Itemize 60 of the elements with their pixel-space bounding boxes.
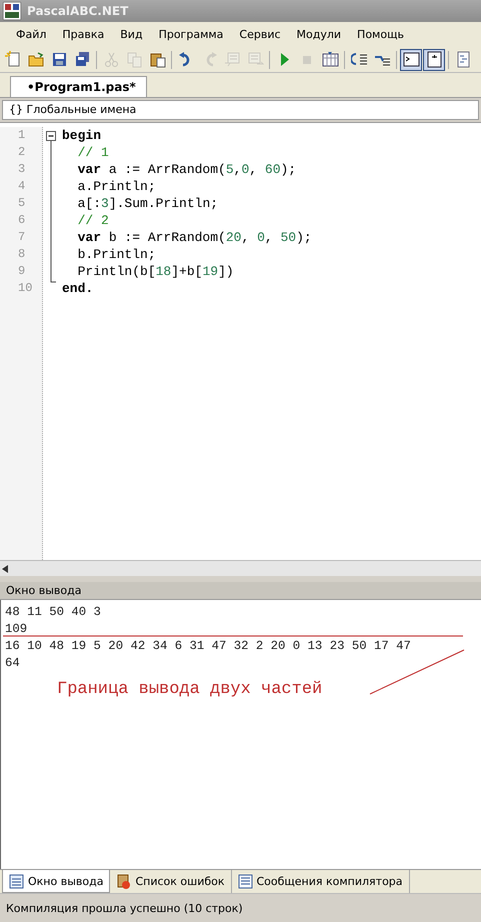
code-line: b.Println; [76, 246, 157, 263]
menu-item[interactable]: Модули [288, 26, 350, 43]
menu-item[interactable]: Вид [112, 26, 151, 43]
line-number: 4 [17, 178, 26, 195]
document-icon [454, 51, 472, 68]
line-number: 7 [17, 229, 26, 246]
clipboard-icon [148, 51, 166, 68]
list-icon [238, 874, 252, 889]
code-line: // 2 [76, 212, 110, 229]
panel-tab[interactable]: Окно вывода [2, 870, 110, 893]
file-tab[interactable]: •Program1.pas* [10, 76, 147, 97]
folder-icon [28, 51, 44, 68]
output-line: 109 [5, 621, 28, 638]
grid-icon [322, 51, 338, 68]
annotation-text: Граница вывода двух частей [57, 680, 322, 699]
console-icon [402, 51, 420, 68]
step-icon [350, 51, 368, 68]
app-logo-icon [3, 2, 21, 20]
menu-item[interactable]: Программа [150, 26, 232, 43]
output-button[interactable] [423, 48, 445, 70]
output-line: 48 11 50 40 3 [5, 604, 101, 621]
scissors-icon [102, 51, 120, 68]
window-title: PascalABC.NET [27, 4, 128, 18]
line-number: 1 [17, 127, 26, 144]
code-line: var b := ArrRandom(20, 0, 50); [76, 229, 313, 246]
scope-dropdown[interactable]: {} Глобальные имена [2, 100, 479, 120]
menu-item[interactable]: Файл [8, 26, 54, 43]
line-number: 9 [17, 263, 26, 280]
code-line: a.Println; [76, 178, 157, 195]
line-number: 5 [17, 195, 26, 212]
list-icon [9, 874, 24, 888]
menu-item[interactable]: Сервис [231, 26, 289, 43]
code-line: Println(b[18]+b[19]) [76, 263, 235, 280]
horizontal-scrollbar[interactable] [0, 560, 481, 576]
line-number: 2 [17, 144, 26, 161]
output-line: 16 10 48 19 5 20 42 34 6 31 47 32 2 20 0 13 23 50 17 47 [5, 638, 411, 655]
panel-title: Окно вывода [6, 584, 82, 597]
line-number: 6 [17, 212, 26, 229]
page-icon [4, 51, 22, 68]
code-line: end. [62, 280, 94, 297]
line-number: 3 [17, 161, 26, 178]
menu-item[interactable]: Помощь [349, 26, 412, 43]
status-text: Компиляция прошла успешно (10 строк) [6, 902, 243, 914]
lines-icon [224, 51, 240, 68]
clipboard-icon [116, 874, 132, 889]
floppy-disks-icon [74, 51, 90, 68]
output-line: 64 [5, 655, 20, 672]
code-line: a[:3].Sum.Println; [76, 195, 220, 212]
window-icon [426, 51, 442, 68]
panel-tab[interactable]: Сообщения компилятора [232, 870, 410, 893]
code-line: begin [62, 127, 102, 144]
code-line: var a := ArrRandom(5,0, 60); [76, 161, 298, 178]
scroll-left-arrow-icon[interactable] [2, 564, 8, 572]
line-number: 8 [17, 246, 26, 263]
panel-tab[interactable]: Список ошибок [110, 870, 232, 893]
pages-icon [126, 51, 142, 68]
line-number: 10 [17, 280, 34, 297]
menu-item[interactable]: Правка [54, 26, 112, 43]
console-button[interactable] [400, 48, 422, 70]
code-line: // 1 [76, 144, 110, 161]
